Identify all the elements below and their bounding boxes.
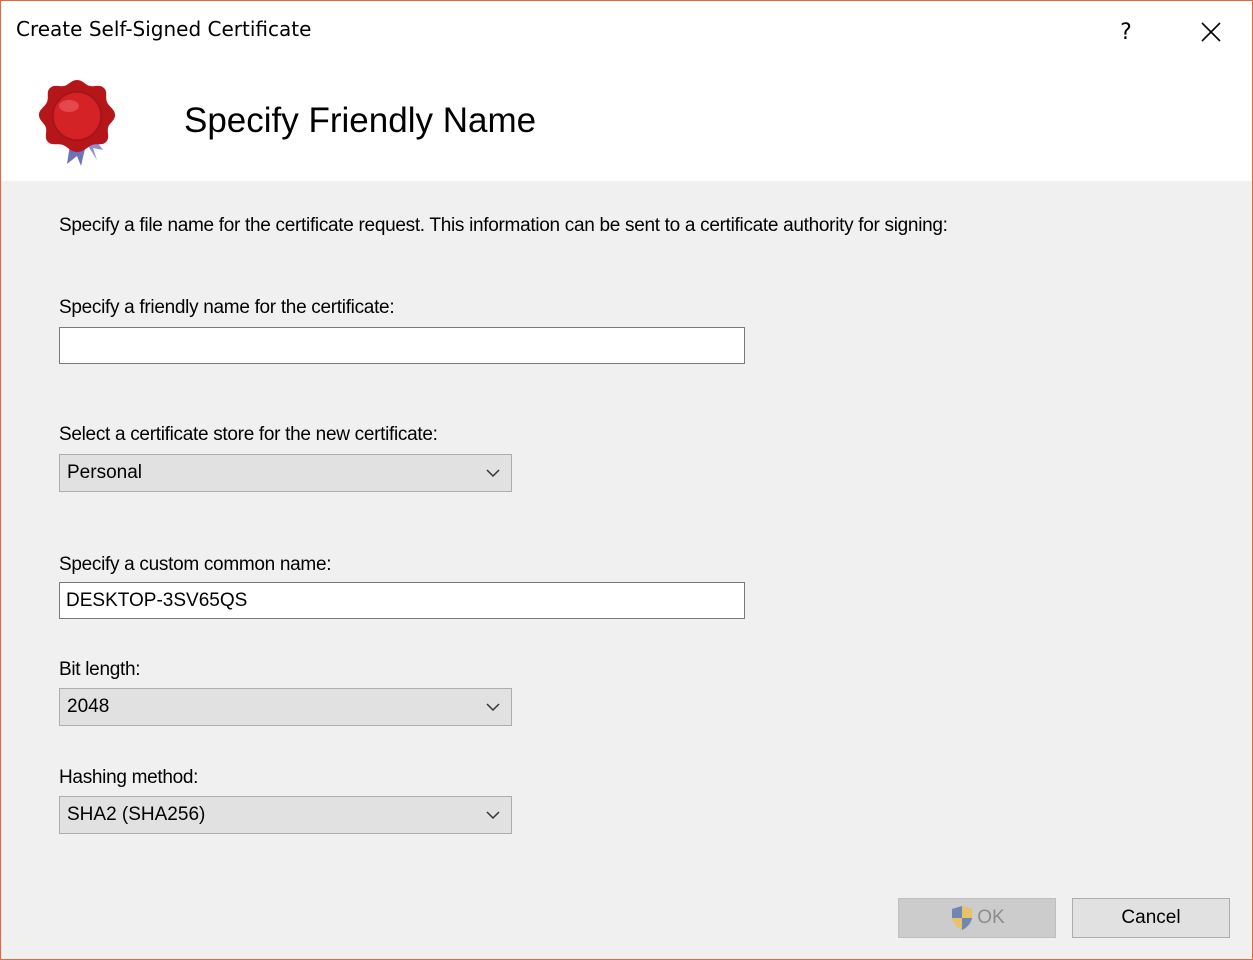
certificate-store-label: Select a certificate store for the new c… (59, 424, 438, 445)
friendly-name-input[interactable] (59, 327, 745, 364)
bit-length-label: Bit length: (59, 659, 141, 680)
chevron-down-icon (486, 469, 500, 478)
intro-text: Specify a file name for the certificate … (59, 215, 948, 236)
chevron-down-icon (486, 703, 500, 712)
uac-shield-icon (952, 906, 973, 930)
certificate-store-value: Personal (67, 462, 142, 483)
window-title: Create Self-Signed Certificate (16, 17, 312, 41)
bit-length-value: 2048 (67, 696, 110, 717)
close-button[interactable] (1188, 11, 1234, 53)
close-icon (1201, 22, 1221, 42)
create-self-signed-certificate-dialog: Create Self-Signed Certificate ? Specify… (0, 0, 1253, 960)
help-button[interactable]: ? (1103, 11, 1149, 53)
friendly-name-label: Specify a friendly name for the certific… (59, 297, 395, 318)
title-bar: Create Self-Signed Certificate ? (1, 1, 1252, 63)
cancel-button[interactable]: Cancel (1072, 898, 1230, 938)
common-name-label: Specify a custom common name: (59, 554, 332, 575)
certificate-seal-icon (39, 80, 115, 166)
ok-button-label: OK (977, 907, 1005, 928)
common-name-input[interactable]: DESKTOP-3SV65QS (59, 582, 745, 619)
hashing-method-select[interactable]: SHA2 (SHA256) (59, 796, 512, 834)
form-area: Specify a file name for the certificate … (1, 181, 1252, 959)
hashing-method-value: SHA2 (SHA256) (67, 804, 206, 825)
certificate-store-select[interactable]: Personal (59, 454, 512, 492)
hashing-method-label: Hashing method: (59, 767, 199, 788)
chevron-down-icon (486, 811, 500, 820)
ok-button[interactable]: OK (898, 898, 1056, 938)
page-title: Specify Friendly Name (184, 101, 537, 140)
bit-length-select[interactable]: 2048 (59, 688, 512, 726)
wizard-header: Specify Friendly Name (1, 63, 1252, 181)
